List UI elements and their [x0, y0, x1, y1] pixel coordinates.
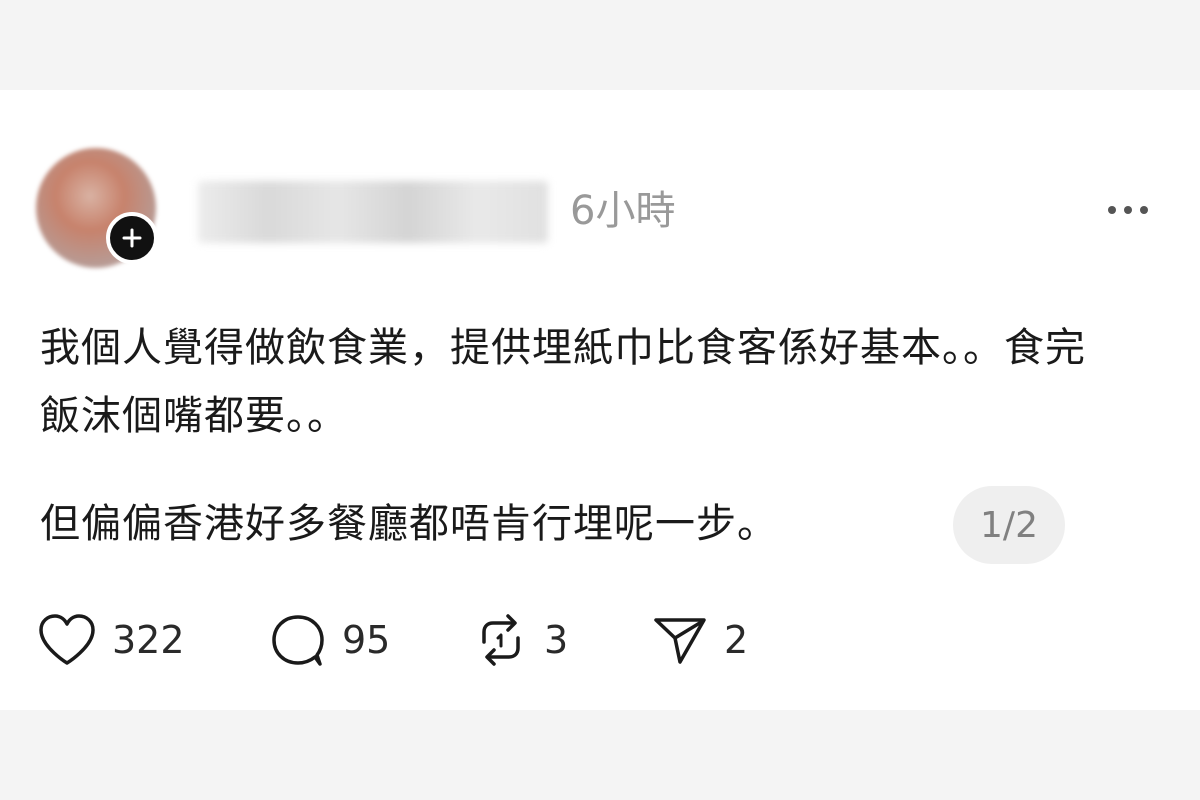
comment-bubble-icon	[272, 615, 324, 666]
send-icon	[654, 618, 706, 664]
share-count: 2	[724, 618, 749, 662]
post-time: 6小時	[570, 188, 676, 234]
plus-icon	[122, 228, 142, 248]
heart-icon	[39, 614, 95, 665]
post-body: 我個人覺得做飲食業，提供埋紙巾比食客係好基本。。食完飯沫個嘴都要。。	[40, 314, 1100, 450]
repost-count: 3	[544, 618, 569, 662]
post-card: 6小時 我個人覺得做飲食業，提供埋紙巾比食客係好基本。。食完飯沫個嘴都要。。 但…	[0, 90, 1200, 710]
comment-button[interactable]: 95	[268, 612, 390, 668]
post-paragraph-1: 我個人覺得做飲食業，提供埋紙巾比食客係好基本。。食完飯沫個嘴都要。。	[40, 325, 1086, 439]
comment-count: 95	[342, 618, 391, 662]
more-options-button[interactable]	[1100, 190, 1156, 230]
image-page-indicator[interactable]: 1/2	[953, 486, 1065, 564]
follow-button[interactable]	[106, 212, 158, 264]
more-horizontal-icon	[1108, 206, 1148, 214]
author-username-redacted[interactable]	[198, 181, 548, 243]
author-avatar[interactable]	[36, 148, 160, 272]
post-paragraph-2: 但偏偏香港好多餐廳都唔肯行埋呢一步。	[40, 501, 778, 547]
repost-icon	[482, 614, 520, 666]
like-count: 322	[112, 618, 185, 662]
repost-button[interactable]: 3	[472, 612, 568, 668]
share-button[interactable]: 2	[650, 612, 748, 668]
top-background	[0, 0, 1200, 90]
like-button[interactable]: 322	[36, 612, 185, 668]
bottom-background	[0, 710, 1200, 800]
post-actions: 322 95 3 2	[36, 612, 836, 668]
